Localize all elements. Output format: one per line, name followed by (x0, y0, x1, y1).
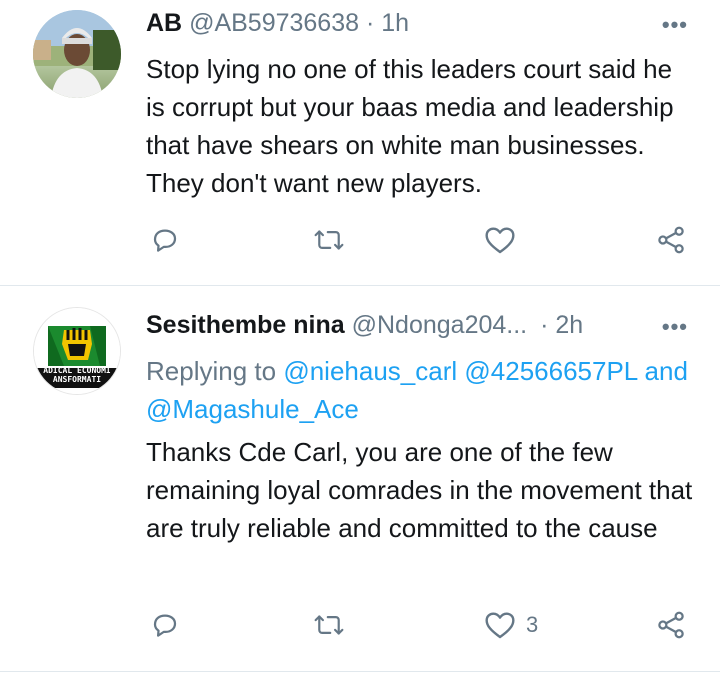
like-button[interactable] (484, 225, 526, 255)
mention-link[interactable]: @Magashule_Ace (146, 394, 359, 424)
mention-link[interactable]: @42566657PL (464, 356, 637, 386)
user-handle[interactable]: @Ndonga204... (352, 311, 528, 339)
share-button[interactable] (655, 225, 687, 255)
reply-icon (153, 229, 177, 252)
timestamp[interactable]: · 2h (540, 311, 583, 339)
display-name[interactable]: Sesithembe nina (146, 311, 345, 339)
replying-and: and (644, 356, 688, 386)
avatar-caption-line: ANSFORMATI (52, 375, 102, 384)
mention-link[interactable]: @niehaus_carl (283, 356, 457, 386)
tweet-header: AB @AB59736638 · 1h (146, 9, 409, 38)
user-handle[interactable]: @AB59736638 (189, 9, 359, 37)
like-button[interactable]: 3 (484, 610, 538, 640)
replying-prefix: Replying to (146, 356, 277, 386)
heart-icon (485, 227, 515, 254)
avatar-caption: ADICAL ECONOMI ANSFORMATI (34, 366, 120, 384)
tweet-actions: 3 (0, 610, 720, 646)
avatar-caption-line: ADICAL ECONOMI (43, 366, 111, 375)
like-count: 3 (526, 612, 539, 637)
retweet-button[interactable] (312, 225, 346, 255)
share-button[interactable] (655, 610, 687, 640)
share-icon (658, 226, 684, 254)
more-options-icon[interactable]: ••• (662, 314, 688, 340)
more-options-icon[interactable]: ••• (662, 12, 688, 38)
tweet-text: Stop lying no one of this leaders court … (146, 54, 674, 198)
replying-to: Replying to @niehaus_carl @42566657PL an… (146, 352, 696, 428)
tweet-text: Thanks Cde Carl, you are one of the few … (146, 437, 693, 543)
display-name[interactable]: AB (146, 9, 182, 37)
retweet-button[interactable] (312, 610, 346, 640)
reply-button[interactable] (150, 225, 180, 255)
tweet-sesithembe[interactable]: ADICAL ECONOMI ANSFORMATI Sesithembe nin… (0, 286, 720, 673)
tweet-actions (0, 225, 720, 261)
retweet-icon (314, 615, 344, 635)
heart-icon (485, 612, 515, 639)
tweet-ab[interactable]: AB @AB59736638 · 1h ••• Stop lying no on… (0, 0, 720, 286)
timestamp[interactable]: · 1h (366, 9, 409, 37)
avatar[interactable] (33, 10, 121, 98)
divider (0, 671, 720, 672)
tweet-header: Sesithembe nina @Ndonga204... · 2h (146, 311, 583, 340)
reply-icon (153, 614, 177, 637)
share-icon (658, 611, 684, 639)
reply-button[interactable] (150, 610, 180, 640)
retweet-icon (314, 230, 344, 250)
